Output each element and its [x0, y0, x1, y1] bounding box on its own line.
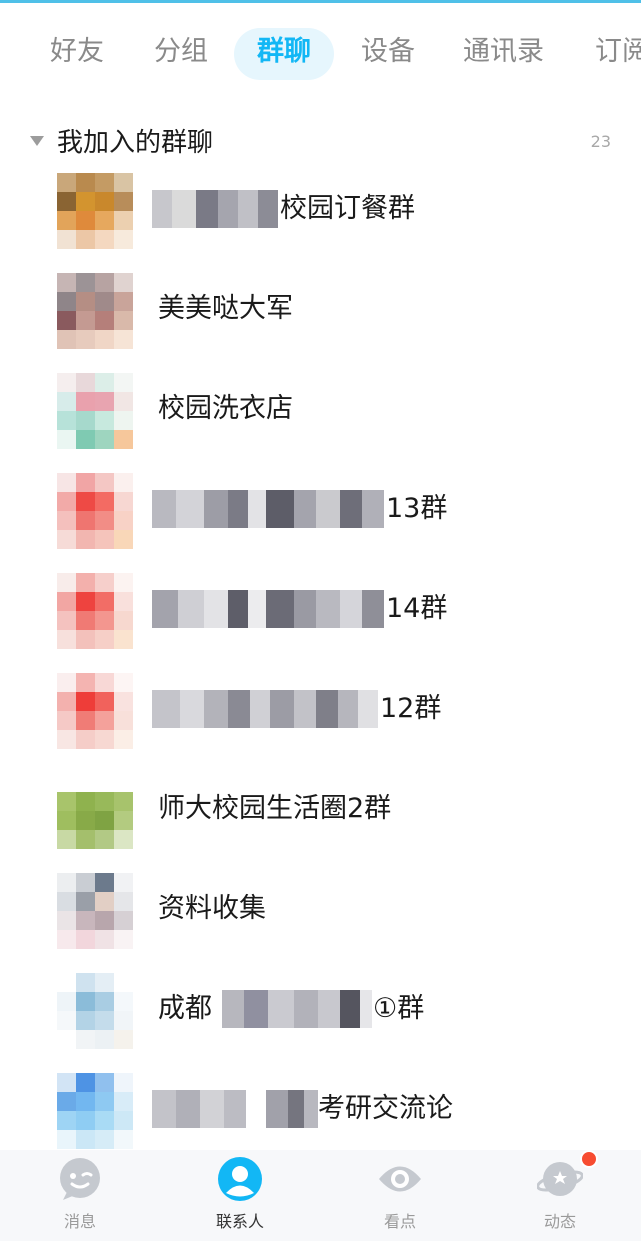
- nav-label: 联系人: [215, 1212, 264, 1231]
- nav-label: 消息: [63, 1212, 96, 1231]
- tab-groups-category[interactable]: 分组: [154, 30, 208, 74]
- group-name-prefix: 成都: [158, 993, 212, 1024]
- list-item[interactable]: 校园订餐群: [0, 160, 641, 260]
- contacts-icon: [218, 1157, 262, 1201]
- list-item[interactable]: 美美哒大军: [0, 260, 641, 360]
- group-avatar: [57, 173, 133, 249]
- tab-group-chats[interactable]: 群聊: [257, 30, 311, 74]
- group-name: ①群: [373, 993, 425, 1024]
- group-avatar: [57, 573, 133, 649]
- top-accent-line: [0, 0, 641, 3]
- notification-dot: [580, 1150, 598, 1168]
- group-avatar: [57, 373, 133, 449]
- group-name: 14群: [386, 593, 448, 624]
- nav-contacts[interactable]: 联系人: [180, 1150, 300, 1241]
- list-item[interactable]: 考研交流论: [0, 1060, 641, 1150]
- group-avatar: [57, 973, 133, 1049]
- list-item[interactable]: 成都 ①群: [0, 960, 641, 1060]
- group-name: 12群: [380, 693, 442, 724]
- group-name: 资料收集: [158, 893, 266, 924]
- redacted-name: [152, 590, 384, 628]
- group-avatar: [57, 873, 133, 949]
- list-item[interactable]: 14群: [0, 560, 641, 660]
- group-name: 校园订餐群: [280, 193, 415, 224]
- tab-subscriptions[interactable]: 订阅: [595, 30, 641, 74]
- redacted-name: [152, 190, 278, 228]
- bottom-nav: 消息 联系人 看点 动态: [0, 1150, 641, 1241]
- list-item[interactable]: 资料收集: [0, 860, 641, 960]
- redacted-name: [152, 490, 384, 528]
- list-item[interactable]: 校园洗衣店: [0, 360, 641, 460]
- nav-label: 看点: [383, 1212, 416, 1231]
- message-icon: [60, 1158, 100, 1200]
- list-item[interactable]: 13群: [0, 460, 641, 560]
- group-list: 校园订餐群 美美哒大军 校园洗衣店 13群 14群 12群 师大校园生活圈2群 …: [0, 160, 641, 1150]
- collapse-caret-icon: [30, 136, 44, 146]
- nav-messages[interactable]: 消息: [20, 1150, 140, 1241]
- tab-devices[interactable]: 设备: [361, 30, 415, 74]
- group-avatar: [57, 673, 133, 749]
- group-avatar: [57, 1073, 133, 1149]
- tab-address-book[interactable]: 通讯录: [463, 30, 544, 74]
- group-avatar: [57, 273, 133, 349]
- nav-moments[interactable]: 动态: [500, 1150, 620, 1241]
- planet-icon: [537, 1162, 583, 1196]
- redacted-name: [152, 690, 378, 728]
- section-title: 我加入的群聊: [57, 128, 214, 158]
- eye-icon: [379, 1166, 421, 1192]
- redacted-name: [222, 990, 372, 1028]
- group-name: 师大校园生活圈2群: [158, 793, 392, 824]
- redacted-name: [152, 1090, 318, 1128]
- group-count: 23: [590, 132, 611, 151]
- group-avatar: [57, 773, 133, 849]
- joined-groups-header[interactable]: 我加入的群聊 23: [0, 118, 641, 166]
- nav-discover[interactable]: 看点: [340, 1150, 460, 1241]
- list-item[interactable]: 12群: [0, 660, 641, 760]
- contact-tabs: 好友 分组 群聊 设备 通讯录 订阅: [0, 10, 641, 96]
- nav-label: 动态: [543, 1212, 576, 1231]
- group-name: 考研交流论: [318, 1093, 453, 1124]
- group-avatar: [57, 473, 133, 549]
- list-item[interactable]: 师大校园生活圈2群: [0, 760, 641, 860]
- group-name: 13群: [386, 493, 448, 524]
- group-name: 校园洗衣店: [158, 393, 293, 424]
- group-name: 美美哒大军: [158, 293, 293, 324]
- tab-friends[interactable]: 好友: [50, 30, 104, 74]
